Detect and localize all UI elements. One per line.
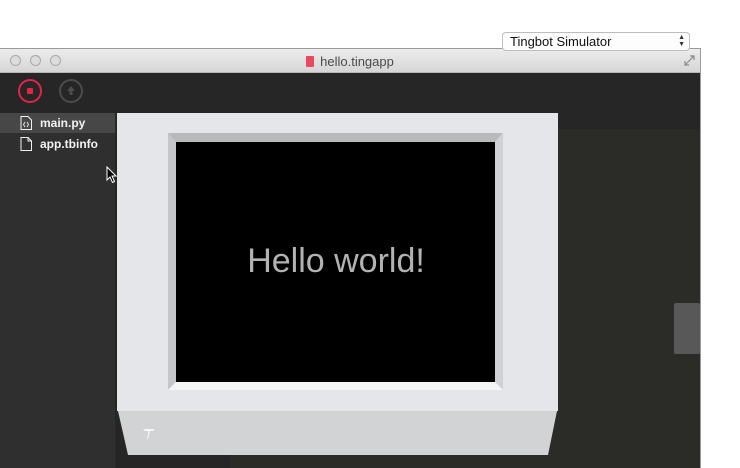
mouse-cursor-icon: [106, 166, 118, 184]
tingbot-logo-icon: [143, 429, 155, 439]
simulator-body: [117, 113, 558, 455]
simulator-device: Hello world!: [0, 0, 740, 468]
screen-text: Hello world!: [247, 242, 425, 280]
